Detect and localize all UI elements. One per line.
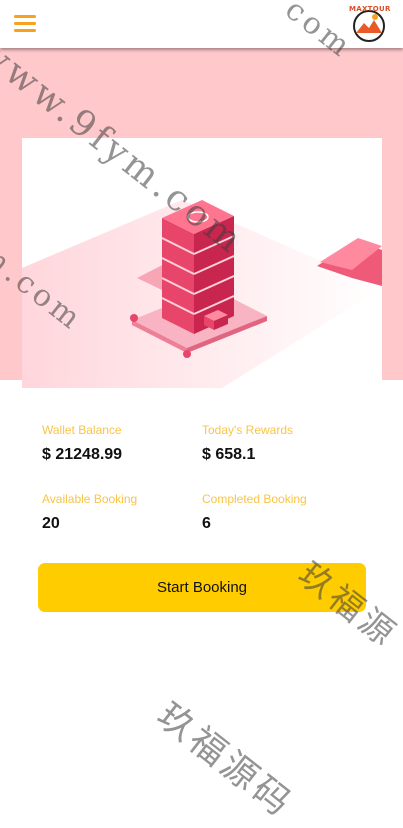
todays-rewards-stat: Today's Rewards $ 658.1 (202, 423, 293, 464)
available-booking-value: 20 (42, 515, 60, 532)
watermark-cjk-2: 玖福源码 (149, 695, 301, 826)
wallet-balance-label: Wallet Balance (42, 423, 122, 437)
todays-rewards-value: $ 658.1 (202, 446, 256, 463)
logo-wordmark: MAXTOUR (349, 5, 391, 13)
available-booking-label: Available Booking (42, 492, 138, 506)
hamburger-menu-icon[interactable] (14, 15, 36, 35)
app-header: MAXTOUR (0, 0, 403, 48)
completed-booking-label: Completed Booking (202, 492, 307, 506)
available-booking-stat: Available Booking 20 (42, 492, 137, 533)
wallet-balance-value: $ 21248.99 (42, 446, 123, 463)
isometric-server-tower-illustration (22, 200, 382, 388)
wallet-balance-stat: Wallet Balance $ 21248.99 (42, 423, 122, 464)
completed-booking-value: 6 (202, 515, 211, 532)
start-booking-button[interactable]: Start Booking (38, 563, 366, 612)
server-illustration (22, 138, 382, 388)
todays-rewards-label: Today's Rewards (202, 423, 293, 437)
completed-booking-stat: Completed Booking 6 (202, 492, 307, 533)
